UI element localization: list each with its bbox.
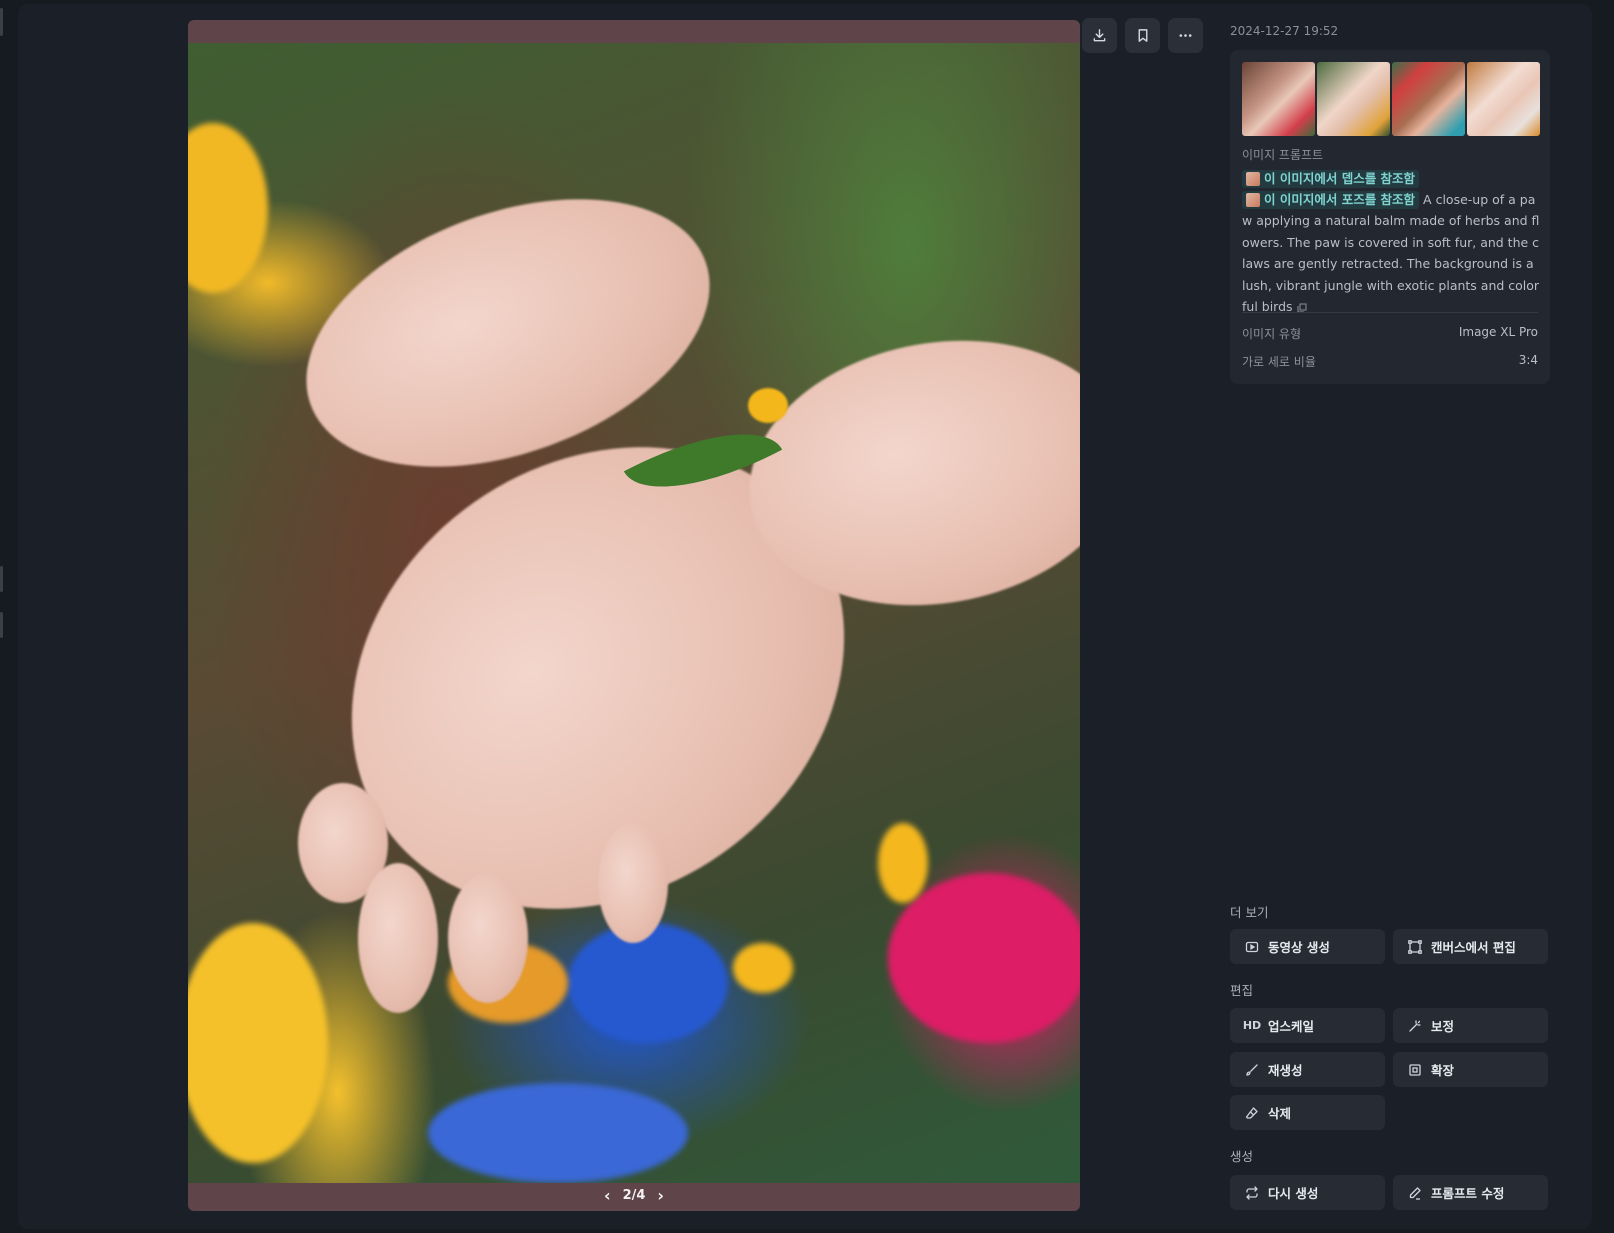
reference-thumbnail <box>1246 193 1260 207</box>
download-icon <box>1093 29 1106 42</box>
image-type-row: 이미지 유형 Image XL Pro <box>1242 325 1538 342</box>
detail-panel: ‹ 2/4 › 2024-12-27 19:52 이미지 프롬프트 이 이미지에… <box>18 4 1592 1229</box>
canvas-icon <box>1408 939 1422 954</box>
hd-icon: HD <box>1242 1019 1262 1032</box>
magic-wand-icon <box>1408 1019 1422 1033</box>
button-label: 캔버스에서 편집 <box>1431 940 1516 955</box>
flower-shape <box>888 873 1080 1043</box>
edge-tab <box>0 612 3 638</box>
flower-shape <box>733 943 793 993</box>
section-generate: 생성 <box>1230 1149 1254 1164</box>
image-viewer: ‹ 2/4 › <box>188 20 1080 1211</box>
repeat-icon <box>1245 1185 1259 1200</box>
copy-icon[interactable] <box>1297 303 1307 313</box>
upscale-button[interactable]: HD 업스케일 <box>1230 1008 1385 1043</box>
flower-shape <box>568 923 728 1043</box>
button-label: 확장 <box>1431 1063 1455 1078</box>
bookmark-button[interactable] <box>1125 18 1160 53</box>
section-more: 더 보기 <box>1230 905 1269 920</box>
button-label: 업스케일 <box>1268 1019 1315 1034</box>
eraser-icon <box>1245 1106 1259 1120</box>
reference-chip-label: 이 이미지에서 뎁스를 참조함 <box>1264 170 1416 186</box>
reference-chip-pose[interactable]: 이 이미지에서 포즈를 참조함 <box>1242 191 1420 209</box>
more-horizontal-icon <box>1179 34 1192 37</box>
button-label: 동영상 생성 <box>1268 940 1330 955</box>
pencil-icon <box>1408 1186 1422 1200</box>
button-label: 보정 <box>1431 1019 1455 1034</box>
button-label: 삭제 <box>1268 1106 1292 1121</box>
reference-chip-depth[interactable]: 이 이미지에서 뎁스를 참조함 <box>1242 169 1420 188</box>
pager-counter: 2/4 <box>622 1187 646 1203</box>
download-button[interactable] <box>1082 18 1117 53</box>
thumbnail[interactable] <box>1392 62 1465 136</box>
create-video-button[interactable]: 동영상 생성 <box>1230 929 1385 964</box>
aspect-ratio-value: 3:4 <box>1518 353 1538 367</box>
info-card: 이미지 프롬프트 이 이미지에서 뎁스를 참조함 이 이미지에서 포즈를 참조함… <box>1230 50 1550 384</box>
brush-icon <box>1245 1063 1259 1077</box>
hand-shape <box>598 823 668 943</box>
created-timestamp: 2024-12-27 19:52 <box>1230 24 1339 38</box>
thumbnail[interactable] <box>1242 62 1315 136</box>
bookmark-icon <box>1138 29 1147 42</box>
expand-button[interactable]: 확장 <box>1393 1052 1548 1087</box>
edge-tab <box>0 566 3 592</box>
flower-shape <box>428 1083 688 1183</box>
flower-shape <box>878 823 928 903</box>
chevron-right-icon[interactable]: › <box>657 1186 664 1205</box>
button-label: 프롬프트 수정 <box>1431 1186 1505 1201</box>
aspect-ratio-row: 가로 세로 비율 3:4 <box>1242 353 1538 370</box>
regenerate-button[interactable]: 다시 생성 <box>1230 1175 1385 1210</box>
video-icon <box>1245 940 1259 954</box>
prompt-label: 이미지 프롬프트 <box>1242 148 1324 162</box>
flower-shape <box>188 923 328 1163</box>
button-label: 재생성 <box>1268 1063 1303 1078</box>
hand-shape <box>358 863 438 1013</box>
hand-shape <box>448 873 528 1003</box>
prompt-text-block: 이 이미지에서 뎁스를 참조함 이 이미지에서 포즈를 참조함 A close-… <box>1242 167 1540 318</box>
reference-thumbnail <box>1246 171 1260 186</box>
thumbnail[interactable] <box>1467 62 1540 136</box>
edit-in-canvas-button[interactable]: 캔버스에서 편집 <box>1393 929 1548 964</box>
divider <box>1242 312 1538 313</box>
flower-shape <box>188 123 268 293</box>
retouch-button[interactable]: 보정 <box>1393 1008 1548 1043</box>
pager: ‹ 2/4 › <box>188 1185 1080 1205</box>
button-label: 다시 생성 <box>1268 1186 1319 1201</box>
generated-image[interactable] <box>188 43 1080 1183</box>
thumbnail-strip <box>1242 62 1540 136</box>
regenerate-region-button[interactable]: 재생성 <box>1230 1052 1385 1087</box>
image-type-label: 이미지 유형 <box>1242 327 1302 341</box>
prompt-text: A close-up of a paw applying a natural b… <box>1242 191 1540 315</box>
thumbnail[interactable] <box>1317 62 1390 136</box>
erase-button[interactable]: 삭제 <box>1230 1095 1385 1130</box>
image-type-value: Image XL Pro <box>1458 325 1538 339</box>
edit-prompt-button[interactable]: 프롬프트 수정 <box>1393 1175 1548 1210</box>
section-edit: 편집 <box>1230 983 1254 998</box>
edge-tab <box>0 8 3 36</box>
more-button[interactable] <box>1168 18 1203 53</box>
flower-shape <box>748 388 788 423</box>
aspect-ratio-label: 가로 세로 비율 <box>1242 355 1316 369</box>
expand-icon <box>1408 1063 1422 1077</box>
chevron-left-icon[interactable]: ‹ <box>604 1186 611 1205</box>
reference-chip-label: 이 이미지에서 포즈를 참조함 <box>1264 192 1416 208</box>
